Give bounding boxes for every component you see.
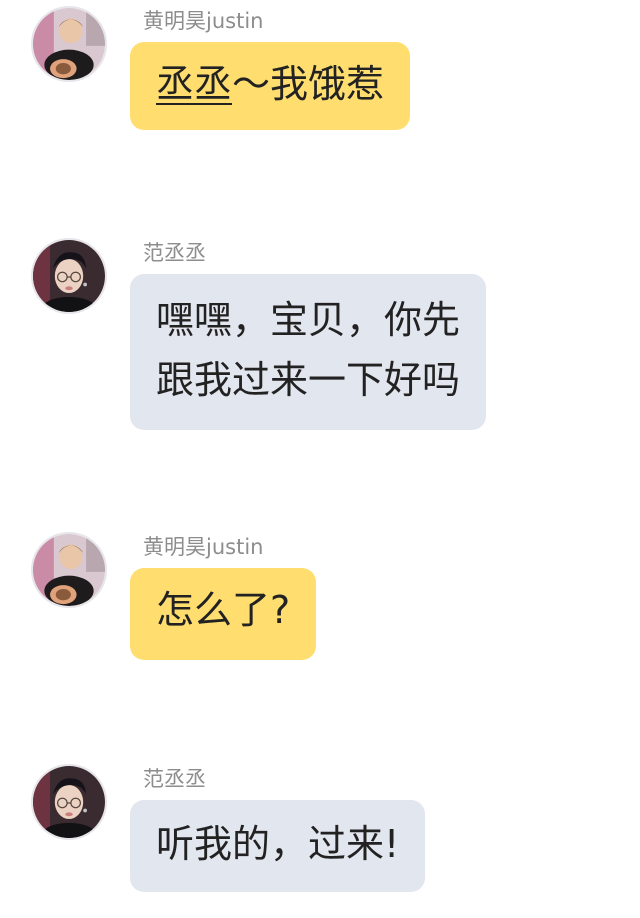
sender-name-text: 黄明昊justin xyxy=(143,535,264,559)
sender-name: 范丞丞 xyxy=(143,766,206,792)
message-text: 嘿嘿，宝贝，你先 xyxy=(156,298,461,342)
avatar-chengcheng[interactable] xyxy=(31,764,107,840)
message-text: 听我的，过来! xyxy=(156,822,400,866)
avatar-justin-icon xyxy=(33,8,105,80)
chat-message: 范丞丞 嘿嘿，宝贝，你先 跟我过来一下好吗 xyxy=(0,232,640,432)
message-bubble[interactable]: 嘿嘿，宝贝，你先 跟我过来一下好吗 xyxy=(130,274,487,430)
sender-name-text: 黄明昊justin xyxy=(143,9,264,33)
avatar-justin[interactable] xyxy=(31,6,107,82)
sender-name: 黄明昊justin xyxy=(143,8,263,34)
message-bubble[interactable]: 怎么了? xyxy=(130,568,317,660)
chat-message: 黄明昊justin 丞丞～我饿惹 xyxy=(0,0,640,140)
avatar-chengcheng-icon xyxy=(33,240,105,312)
message-bubble[interactable]: 听我的，过来! xyxy=(130,800,426,892)
chat-message: 范丞丞 听我的，过来! xyxy=(0,758,640,898)
chat-message: 黄明昊justin 怎么了? xyxy=(0,526,640,666)
message-text-line2: 跟我过来一下好吗 xyxy=(156,358,461,402)
avatar-justin-icon xyxy=(33,534,105,606)
message-text: 怎么了? xyxy=(156,588,291,632)
sender-name-text: 范丞丞 xyxy=(143,241,206,265)
message-bubble[interactable]: 丞丞～我饿惹 xyxy=(130,42,411,130)
avatar-chengcheng-icon xyxy=(33,766,105,838)
sender-name: 范丞丞 xyxy=(143,240,206,266)
sender-name-text: 范丞丞 xyxy=(143,767,206,791)
message-text: ～我饿惹 xyxy=(232,62,385,106)
sender-name: 黄明昊justin xyxy=(143,534,263,560)
avatar-chengcheng[interactable] xyxy=(31,238,107,314)
avatar-justin[interactable] xyxy=(31,532,107,608)
message-text-underlined: 丞丞 xyxy=(156,62,233,106)
